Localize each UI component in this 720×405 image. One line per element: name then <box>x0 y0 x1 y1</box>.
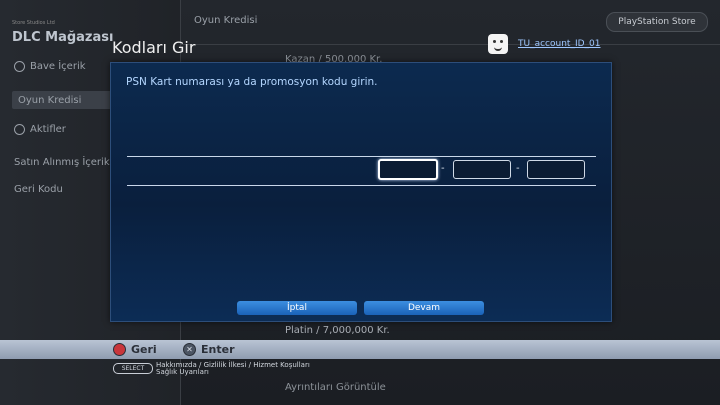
avatar-mouth <box>494 46 502 51</box>
code-field-3[interactable] <box>527 160 585 179</box>
divider <box>127 185 596 186</box>
button-hint-bar <box>0 340 720 359</box>
gear-icon <box>14 124 25 135</box>
health-warnings-link[interactable]: Sağlık Uyarıları <box>156 368 209 376</box>
code-field-1[interactable] <box>378 159 438 180</box>
playstation-store-button[interactable]: PlayStation Store <box>606 12 708 32</box>
continue-button[interactable]: Devam <box>364 301 484 315</box>
sidebar-item-label: Geri Kodu <box>14 184 63 195</box>
cross-button-icon: ✕ <box>183 343 196 356</box>
ps-icon <box>14 61 25 72</box>
account-indicator: TU_account_ID_01 <box>488 34 600 54</box>
sidebar-title: DLC Mağazası <box>12 30 114 45</box>
view-details-link[interactable]: Ayrıntıları Görüntüle <box>285 382 386 393</box>
dialog-title: Kodları Gir <box>112 38 196 57</box>
enter-codes-dialog: PSN Kart numarası ya da promosyon kodu g… <box>110 62 612 322</box>
sidebar-item-bave[interactable]: Bave İçerik <box>14 61 86 72</box>
sidebar-item-label: Oyun Kredisi <box>18 94 82 106</box>
enter-hint[interactable]: ✕ Enter <box>183 343 235 356</box>
cancel-button[interactable]: İptal <box>237 301 357 315</box>
code-field-2[interactable] <box>453 160 511 179</box>
avatar-eye <box>493 40 496 43</box>
account-name: TU_account_ID_01 <box>518 39 601 49</box>
back-hint[interactable]: Geri <box>113 343 157 356</box>
enter-hint-label: Enter <box>201 343 235 356</box>
dialog-prompt: PSN Kart numarası ya da promosyon kodu g… <box>126 76 378 88</box>
sidebar-item-geri-kodu[interactable]: Geri Kodu <box>14 184 63 195</box>
code-separator: - <box>516 163 520 174</box>
code-separator: - <box>441 163 445 174</box>
sidebar-item-aktifler[interactable]: Aktifler <box>14 124 66 135</box>
sidebar-item-label: Bave İçerik <box>30 61 86 72</box>
back-hint-label: Geri <box>131 343 157 356</box>
circle-button-icon <box>113 343 126 356</box>
sidebar-item-label: Satın Alınmış İçerik <box>14 157 110 168</box>
bg-item-line: Platin / 7,000,000 Kr. <box>285 325 390 336</box>
avatar-eye <box>500 40 503 43</box>
sidebar-item-satin-alinmis[interactable]: Satın Alınmış İçerik <box>14 157 110 168</box>
sidebar-item-oyun-kredisi[interactable]: Oyun Kredisi <box>12 91 114 109</box>
sidebar-publisher: Store Studios Ltd <box>12 20 55 26</box>
select-button-icon: SELECT <box>113 363 153 374</box>
divider <box>127 156 596 157</box>
sidebar-item-label: Aktifler <box>30 124 66 135</box>
avatar <box>488 34 508 54</box>
page-title: Oyun Kredisi <box>194 15 258 26</box>
